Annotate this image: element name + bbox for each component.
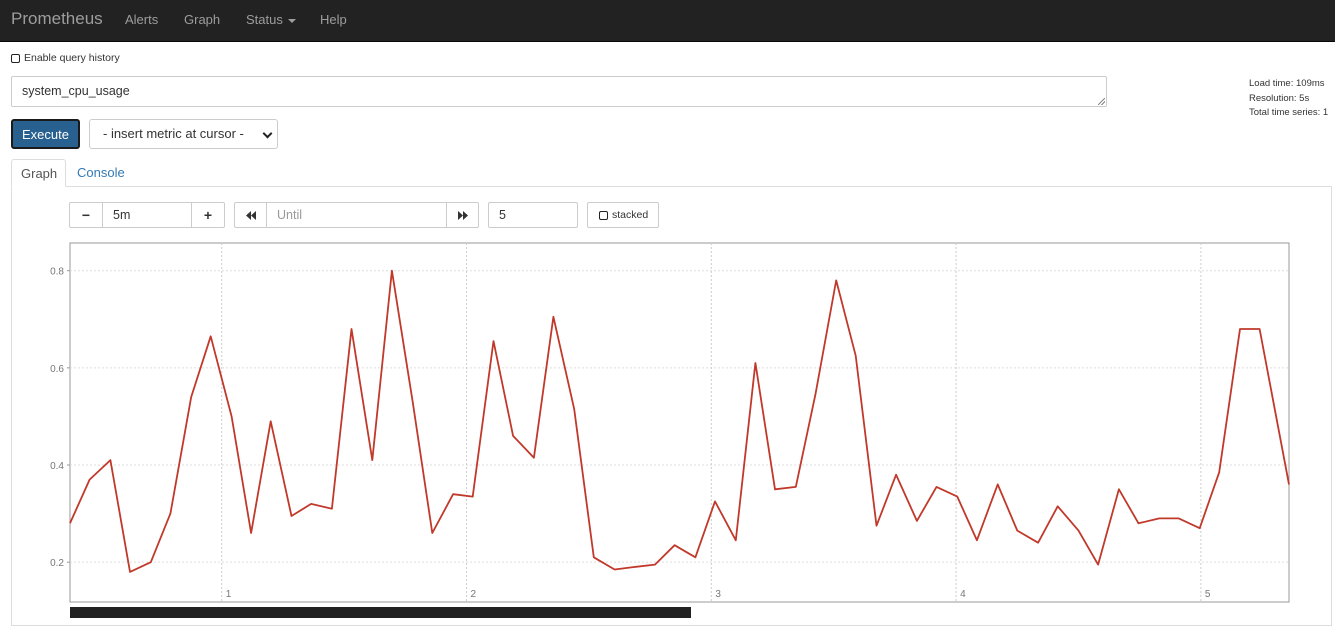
y-tick-label: 0.2	[50, 558, 64, 569]
y-tick-label: 0.8	[50, 267, 64, 278]
hover-tooltip	[70, 607, 691, 618]
x-tick-label: 1	[226, 589, 232, 600]
x-tick-label: 3	[715, 589, 721, 600]
x-tick-label: 5	[1205, 589, 1211, 600]
y-tick-label: 0.4	[50, 461, 64, 472]
cpu-usage-chart: 0.2 0.4 0.6 0.8 1 2 3 4 5	[50, 242, 1290, 603]
y-tick-label: 0.6	[50, 364, 64, 375]
x-tick-label: 2	[471, 589, 477, 600]
x-tick-label: 4	[960, 589, 966, 600]
tab-graph[interactable]: Graph	[11, 159, 66, 187]
